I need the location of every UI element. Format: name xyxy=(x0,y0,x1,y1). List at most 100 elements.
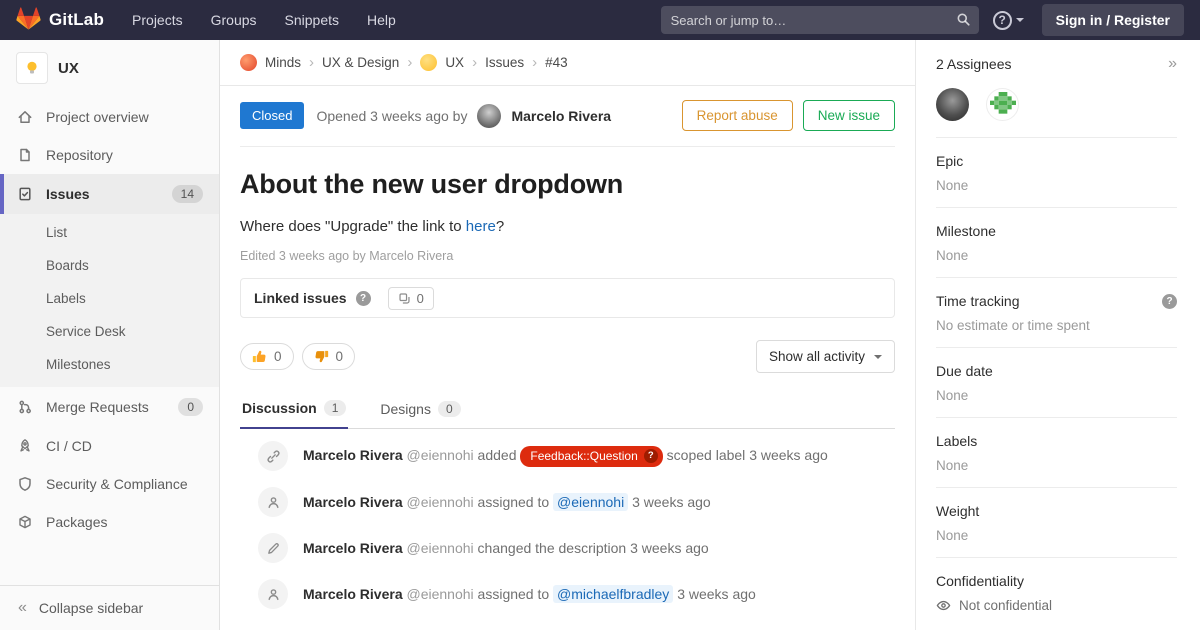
tab-designs-count: 0 xyxy=(438,401,461,417)
issue-status-header: Closed Opened 3 weeks ago by Marcelo Riv… xyxy=(240,100,895,147)
mention-link[interactable]: @michaelfbradley xyxy=(553,585,673,603)
assignee-avatar-photo[interactable] xyxy=(936,88,969,121)
project-mini-avatar xyxy=(420,54,437,71)
help-icon[interactable]: ? xyxy=(1162,294,1177,309)
breadcrumb-project[interactable]: UX xyxy=(445,55,464,70)
sidebar-nav: Project overview Repository Issues 14 Li… xyxy=(0,98,219,585)
note-handle: @eiennohi xyxy=(407,447,474,463)
help-menu[interactable]: ? xyxy=(993,11,1024,30)
issue-title: About the new user dropdown xyxy=(240,169,895,200)
note-action: added xyxy=(478,447,517,463)
sidebar-item-packages[interactable]: Packages xyxy=(0,503,219,541)
thumbs-up-button[interactable]: 0 xyxy=(240,343,294,370)
award-emoji-row: 0 0 Show all activity xyxy=(240,340,895,373)
author-name-link[interactable]: Marcelo Rivera xyxy=(511,108,611,124)
sidebar-subitem-service-desk[interactable]: Service Desk xyxy=(0,315,219,348)
gitlab-tanuki-icon xyxy=(16,7,41,34)
sidebar-section-weight: Weight None xyxy=(936,487,1177,557)
tab-designs[interactable]: Designs 0 xyxy=(378,391,462,428)
note-author[interactable]: Marcelo Rivera xyxy=(303,494,403,510)
package-icon xyxy=(16,514,34,530)
sidebar-item-merge-requests[interactable]: Merge Requests 0 xyxy=(0,387,219,427)
sidebar-item-issues[interactable]: Issues 14 xyxy=(0,174,219,214)
sidebar-subitem-labels[interactable]: Labels xyxy=(0,282,219,315)
assignee-avatar-identicon[interactable] xyxy=(986,88,1019,121)
scoped-label[interactable]: Feedback::Question ? xyxy=(520,446,662,467)
sidebar-subitem-list[interactable]: List xyxy=(0,216,219,249)
tab-discussion[interactable]: Discussion 1 xyxy=(240,391,348,429)
confidentiality-label: Confidentiality xyxy=(936,573,1024,589)
report-abuse-button[interactable]: Report abuse xyxy=(682,100,793,131)
chevron-right-icon: › xyxy=(407,54,412,71)
status-badge: Closed xyxy=(240,102,304,129)
nav-projects[interactable]: Projects xyxy=(132,12,183,28)
sidebar-item-security[interactable]: Security & Compliance xyxy=(0,465,219,503)
project-context-header[interactable]: UX xyxy=(0,40,219,94)
new-issue-button[interactable]: New issue xyxy=(803,100,895,131)
sidebar-item-repository[interactable]: Repository xyxy=(0,136,219,174)
main-content: Minds › UX & Design › UX › Issues › #43 … xyxy=(220,40,915,630)
thumbs-down-button[interactable]: 0 xyxy=(302,343,356,370)
sidebar-item-label: Security & Compliance xyxy=(46,476,188,492)
nav-groups[interactable]: Groups xyxy=(211,12,257,28)
sign-in-button[interactable]: Sign in / Register xyxy=(1042,4,1184,36)
chevron-right-icon: › xyxy=(472,54,477,71)
breadcrumb-issues[interactable]: Issues xyxy=(485,55,524,70)
issue-tabs: Discussion 1 Designs 0 xyxy=(240,391,895,429)
sidebar-item-label: Issues xyxy=(46,186,90,202)
collapse-sidebar-button[interactable]: « Collapse sidebar xyxy=(0,585,219,630)
description-text: Where does "Upgrade" the link to xyxy=(240,218,466,235)
note-handle: @eiennohi xyxy=(407,586,474,602)
breadcrumb: Minds › UX & Design › UX › Issues › #43 xyxy=(220,40,915,86)
assignees-label: 2 Assignees xyxy=(936,56,1012,72)
note-action: assigned to xyxy=(478,494,550,510)
help-icon[interactable]: ? xyxy=(356,291,371,306)
mention-link[interactable]: @eiennohi xyxy=(553,493,628,511)
primary-nav: Projects Groups Snippets Help xyxy=(132,12,396,28)
chevron-down-icon xyxy=(874,355,882,359)
breadcrumb-subgroup[interactable]: UX & Design xyxy=(322,55,399,70)
author-avatar[interactable] xyxy=(477,104,501,128)
assignee-avatars xyxy=(936,88,1177,121)
search-input[interactable] xyxy=(661,6,979,34)
issues-icon xyxy=(16,186,34,202)
help-icon: ? xyxy=(993,11,1012,30)
note-author[interactable]: Marcelo Rivera xyxy=(303,447,403,463)
top-navbar: GitLab Projects Groups Snippets Help ? S… xyxy=(0,0,1200,40)
sidebar-item-project-overview[interactable]: Project overview xyxy=(0,98,219,136)
sidebar-subitem-milestones[interactable]: Milestones xyxy=(0,348,219,381)
assignees-header: 2 Assignees » xyxy=(936,55,1177,73)
breadcrumb-issue-id: #43 xyxy=(545,55,568,70)
shield-icon xyxy=(16,476,34,492)
note-body: Marcelo Rivera @eiennohi added Feedback:… xyxy=(303,445,828,467)
note-author[interactable]: Marcelo Rivera xyxy=(303,540,403,556)
linked-issues-count[interactable]: 0 xyxy=(388,287,434,310)
lightbulb-icon xyxy=(23,59,41,77)
issues-count-badge: 14 xyxy=(172,185,203,203)
gitlab-logo[interactable]: GitLab xyxy=(16,7,104,34)
thumbs-down-icon xyxy=(314,349,329,364)
sidebar-item-label: Merge Requests xyxy=(46,399,149,415)
note-author[interactable]: Marcelo Rivera xyxy=(303,586,403,602)
merge-request-icon xyxy=(16,399,34,415)
epic-label: Epic xyxy=(936,153,963,169)
description-link[interactable]: here xyxy=(466,218,496,235)
left-sidebar: UX Project overview Repository xyxy=(0,40,220,630)
collapse-right-sidebar-icon[interactable]: » xyxy=(1168,55,1177,73)
sidebar-item-cicd[interactable]: CI / CD xyxy=(0,427,219,465)
nav-snippets[interactable]: Snippets xyxy=(285,12,339,28)
header-actions: Report abuse New issue xyxy=(682,100,895,131)
activity-filter-dropdown[interactable]: Show all activity xyxy=(756,340,895,373)
chevron-down-icon xyxy=(1016,18,1024,22)
linked-issue-icon xyxy=(398,292,411,305)
nav-help[interactable]: Help xyxy=(367,12,396,28)
note-action-suffix: scoped label xyxy=(667,447,746,463)
due-date-label: Due date xyxy=(936,363,993,379)
sidebar-subitem-boards[interactable]: Boards xyxy=(0,249,219,282)
breadcrumb-group[interactable]: Minds xyxy=(265,55,301,70)
home-icon xyxy=(16,109,34,125)
group-avatar xyxy=(240,54,257,71)
milestone-label: Milestone xyxy=(936,223,996,239)
discussion-timeline: Marcelo Rivera @eiennohi added Feedback:… xyxy=(240,429,895,617)
note-body: Marcelo Rivera @eiennohi assigned to @mi… xyxy=(303,584,756,604)
